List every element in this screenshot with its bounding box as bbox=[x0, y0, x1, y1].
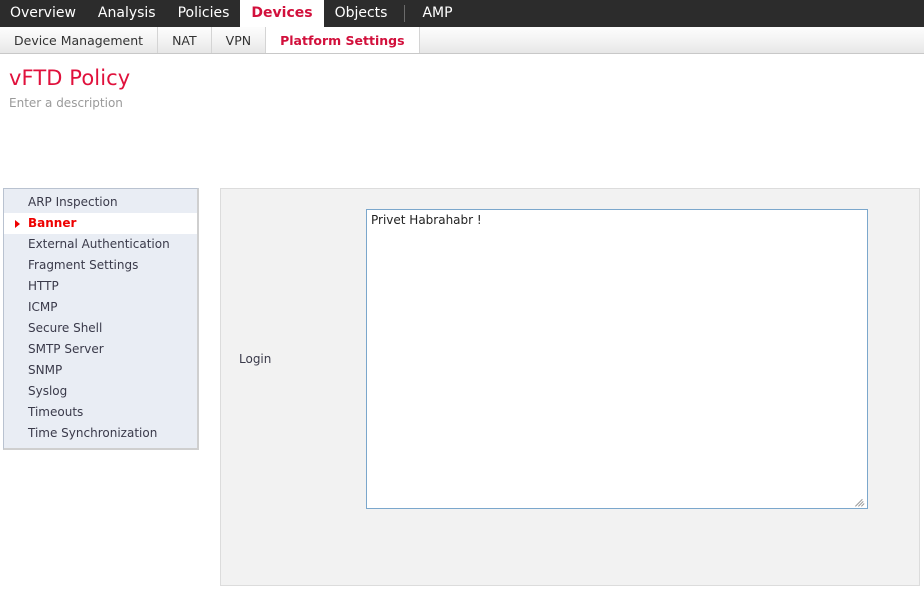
sidebar-item-smtp-server[interactable]: SMTP Server bbox=[4, 339, 197, 360]
nav-item-objects[interactable]: Objects bbox=[324, 0, 399, 27]
sidebar-item-arp-inspection-label: ARP Inspection bbox=[28, 195, 118, 209]
banner-settings-panel: Login bbox=[220, 188, 920, 586]
sidebar-item-syslog[interactable]: Syslog bbox=[4, 381, 197, 402]
nav-item-devices-label: Devices bbox=[251, 5, 313, 21]
sidebar-item-secure-shell-label: Secure Shell bbox=[28, 321, 103, 335]
sidebar-item-fragment-settings-label: Fragment Settings bbox=[28, 258, 139, 272]
subnav-item-nat[interactable]: NAT bbox=[158, 27, 212, 53]
nav-item-policies[interactable]: Policies bbox=[167, 0, 241, 27]
sidebar-item-external-authentication-label: External Authentication bbox=[28, 237, 170, 251]
sidebar-item-secure-shell[interactable]: Secure Shell bbox=[4, 318, 197, 339]
nav-item-analysis[interactable]: Analysis bbox=[87, 0, 167, 27]
nav-item-objects-label: Objects bbox=[334, 5, 388, 21]
sidebar-item-fragment-settings[interactable]: Fragment Settings bbox=[4, 255, 197, 276]
sidebar-item-timeouts-label: Timeouts bbox=[28, 405, 84, 419]
nav-item-overview-label: Overview bbox=[10, 5, 76, 21]
subnav-item-nat-label: NAT bbox=[172, 32, 197, 48]
sidebar-item-icmp[interactable]: ICMP bbox=[4, 297, 197, 318]
subnav-filler bbox=[420, 27, 924, 53]
subnav-item-device-management[interactable]: Device Management bbox=[0, 27, 159, 53]
nav-item-policies-label: Policies bbox=[177, 5, 230, 21]
sidebar-item-banner[interactable]: Banner bbox=[4, 213, 197, 234]
subnav-item-vpn-label: VPN bbox=[225, 32, 252, 48]
sidebar-item-time-synchronization[interactable]: Time Synchronization bbox=[4, 423, 197, 444]
login-banner-form-row: Login bbox=[221, 189, 919, 585]
sidebar-item-syslog-label: Syslog bbox=[28, 384, 68, 398]
sidebar-item-snmp[interactable]: SNMP bbox=[4, 360, 197, 381]
sidebar-item-smtp-server-label: SMTP Server bbox=[28, 342, 104, 356]
subnav-item-platform-settings[interactable]: Platform Settings bbox=[266, 27, 420, 53]
subnav-item-platform-settings-label: Platform Settings bbox=[280, 32, 405, 48]
page-title: vFTD Policy bbox=[9, 66, 131, 90]
sidebar-item-http[interactable]: HTTP bbox=[4, 276, 197, 297]
caret-right-icon bbox=[15, 219, 20, 228]
nav-separator bbox=[404, 5, 406, 22]
page-description[interactable]: Enter a description bbox=[0, 90, 924, 110]
sidebar-item-arp-inspection[interactable]: ARP Inspection bbox=[4, 192, 197, 213]
settings-sidebar: ARP Inspection Banner External Authentic… bbox=[3, 188, 199, 450]
sub-navigation-bar: Device Management NAT VPN Platform Setti… bbox=[0, 27, 924, 54]
sidebar-item-time-synchronization-label: Time Synchronization bbox=[28, 426, 158, 440]
subnav-item-device-management-label: Device Management bbox=[14, 32, 144, 48]
sidebar-item-banner-label: Banner bbox=[28, 216, 77, 230]
login-banner-textarea[interactable] bbox=[366, 209, 868, 509]
main-navigation-bar: Overview Analysis Policies Devices Objec… bbox=[0, 0, 924, 27]
nav-item-amp-label: AMP bbox=[422, 5, 453, 21]
login-banner-label: Login bbox=[239, 352, 272, 366]
nav-item-amp[interactable]: AMP bbox=[411, 0, 463, 27]
page-header: vFTD Policy Enter a description bbox=[0, 54, 924, 110]
sidebar-item-timeouts[interactable]: Timeouts bbox=[4, 402, 197, 423]
sidebar-item-snmp-label: SNMP bbox=[28, 363, 63, 377]
nav-item-overview[interactable]: Overview bbox=[0, 0, 87, 27]
sidebar-item-icmp-label: ICMP bbox=[28, 300, 58, 314]
nav-item-devices[interactable]: Devices bbox=[240, 0, 324, 27]
sidebar-item-http-label: HTTP bbox=[28, 279, 59, 293]
sidebar-item-external-authentication[interactable]: External Authentication bbox=[4, 234, 197, 255]
nav-item-analysis-label: Analysis bbox=[97, 5, 156, 21]
subnav-item-vpn[interactable]: VPN bbox=[212, 27, 267, 53]
